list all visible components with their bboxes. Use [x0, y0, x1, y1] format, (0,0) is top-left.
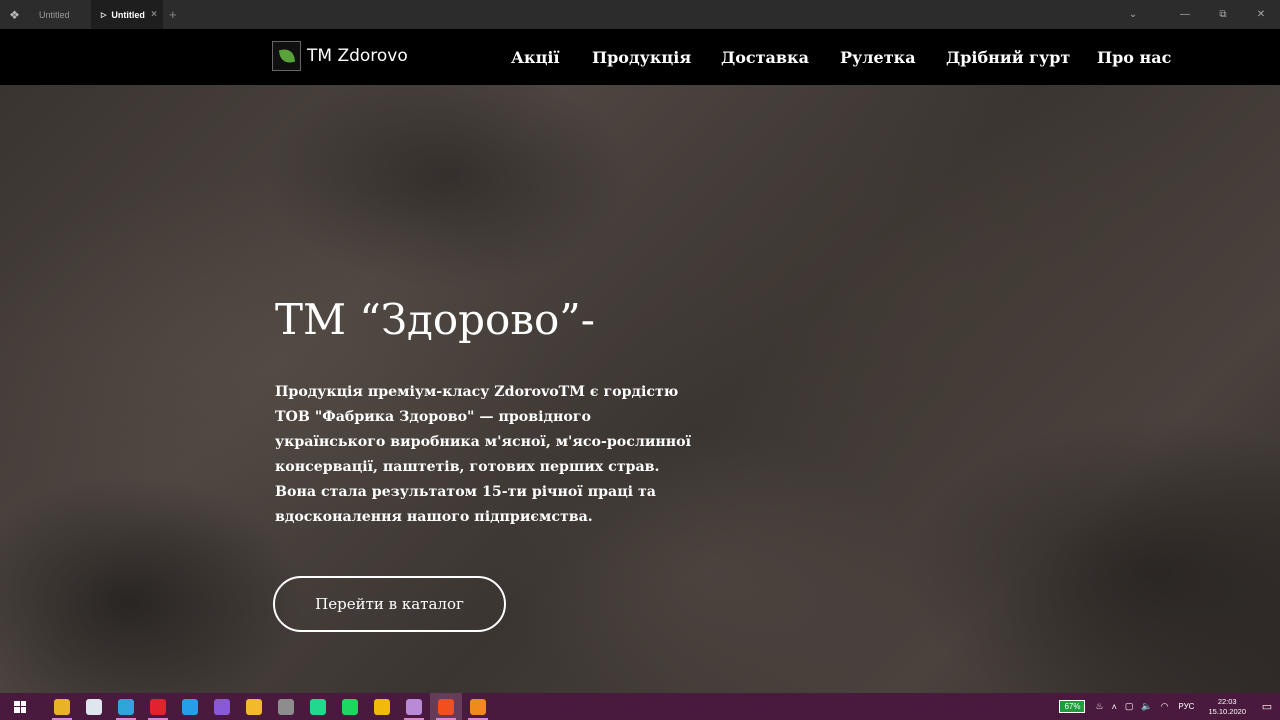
hero-section: ТМ “Здорово”- Продукція преміум-класу Zd… — [0, 85, 1280, 693]
tab-label: Untitled — [39, 9, 70, 20]
nav-link-delivery[interactable]: Доставка — [721, 48, 809, 67]
catalog-button[interactable]: Перейти в каталог — [273, 576, 506, 632]
chevron-down-icon[interactable]: ⌄ — [1114, 0, 1152, 29]
binance-taskbar-button[interactable] — [366, 693, 398, 720]
system-tray: 67% ♨ ˄ ▢ 🔈 ◠ РУС 22:03 15.10.2020 ▭ — [1059, 693, 1280, 720]
figma-taskbar-button[interactable] — [430, 693, 462, 720]
battery-indicator[interactable]: 67% — [1059, 700, 1086, 713]
taskbar-apps — [46, 693, 494, 720]
close-tab-icon[interactable]: × — [151, 9, 157, 20]
pycharm-taskbar-button[interactable] — [302, 693, 334, 720]
calculator-taskbar-button[interactable] — [270, 693, 302, 720]
telegram-taskbar-button[interactable] — [110, 693, 142, 720]
windows-logo-icon — [14, 700, 26, 713]
spotify-taskbar-button[interactable] — [334, 693, 366, 720]
nav-link-products[interactable]: Продукція — [592, 48, 691, 67]
opera-icon — [150, 698, 166, 715]
visual-studio-taskbar-button[interactable] — [206, 693, 238, 720]
file-explorer-icon — [54, 698, 70, 715]
tab-label: Untitled — [111, 9, 145, 20]
window-titlebar: ❖ Untitled ▷ Untitled × + ⌄ — ⧉ ✕ — [0, 0, 1280, 29]
app-icon — [406, 698, 422, 715]
logo-leaf-icon — [272, 41, 301, 71]
hero-title: ТМ “Здорово”- — [275, 295, 595, 344]
orange-app-icon — [470, 698, 486, 715]
language-indicator[interactable]: РУС — [1178, 702, 1194, 711]
vscode-icon — [182, 698, 198, 715]
nav-link-roulette[interactable]: Рулетка — [840, 48, 916, 67]
notepad-taskbar-button[interactable] — [78, 693, 110, 720]
clock-time: 22:03 — [1217, 696, 1237, 706]
windows-taskbar: 67% ♨ ˄ ▢ 🔈 ◠ РУС 22:03 15.10.2020 ▭ — [0, 693, 1280, 720]
start-button[interactable] — [0, 693, 40, 720]
tab-untitled-2[interactable]: ▷ Untitled × — [91, 0, 163, 29]
nav-link-about[interactable]: Про нас — [1097, 48, 1171, 67]
clock-date: 15.10.2020 — [1208, 706, 1246, 716]
app-taskbar-button[interactable] — [398, 693, 430, 720]
opera-taskbar-button[interactable] — [142, 693, 174, 720]
chrome-icon — [246, 698, 262, 715]
notifications-icon[interactable]: ▭ — [1254, 700, 1280, 713]
volume-icon[interactable]: 🔈 — [1141, 701, 1152, 712]
tray-app-icon[interactable]: ▢ — [1125, 701, 1134, 712]
logo-text: TM Zdorovo — [307, 46, 408, 66]
figma-icon — [438, 698, 454, 715]
figma-menu-icon[interactable]: ❖ — [0, 0, 29, 29]
binance-icon — [374, 698, 390, 715]
nav-link-promotions[interactable]: Акції — [511, 48, 560, 67]
restore-button[interactable]: ⧉ — [1204, 0, 1242, 29]
hero-description: Продукція преміум-класу ZdorovoTM є горд… — [275, 384, 692, 525]
orange-app-taskbar-button[interactable] — [462, 693, 494, 720]
close-button[interactable]: ✕ — [1242, 0, 1280, 29]
minimize-button[interactable]: — — [1166, 0, 1204, 29]
tray-app-icon[interactable]: ♨ — [1095, 701, 1103, 712]
visual-studio-icon — [214, 698, 230, 715]
nav-link-wholesale[interactable]: Дрібний гурт — [946, 48, 1070, 67]
spotify-icon — [342, 698, 358, 715]
file-explorer-taskbar-button[interactable] — [46, 693, 78, 720]
chrome-taskbar-button[interactable] — [238, 693, 270, 720]
show-hidden-icons-icon[interactable]: ˄ — [1112, 702, 1117, 712]
tab-untitled-1[interactable]: Untitled — [29, 0, 91, 29]
play-icon: ▷ — [101, 11, 107, 19]
clock[interactable]: 22:03 15.10.2020 — [1208, 697, 1246, 717]
site-header: TM Zdorovo Акції Продукція Доставка Руле… — [0, 29, 1280, 85]
calculator-icon — [278, 698, 294, 715]
window-controls: ⌄ — ⧉ ✕ — [1114, 0, 1280, 29]
site-logo[interactable]: TM Zdorovo — [272, 41, 408, 71]
wifi-icon[interactable]: ◠ — [1161, 701, 1169, 712]
notepad-icon — [86, 698, 102, 715]
add-tab-button[interactable]: + — [163, 7, 183, 22]
pycharm-icon — [310, 698, 326, 715]
vscode-taskbar-button[interactable] — [174, 693, 206, 720]
telegram-icon — [118, 698, 134, 715]
